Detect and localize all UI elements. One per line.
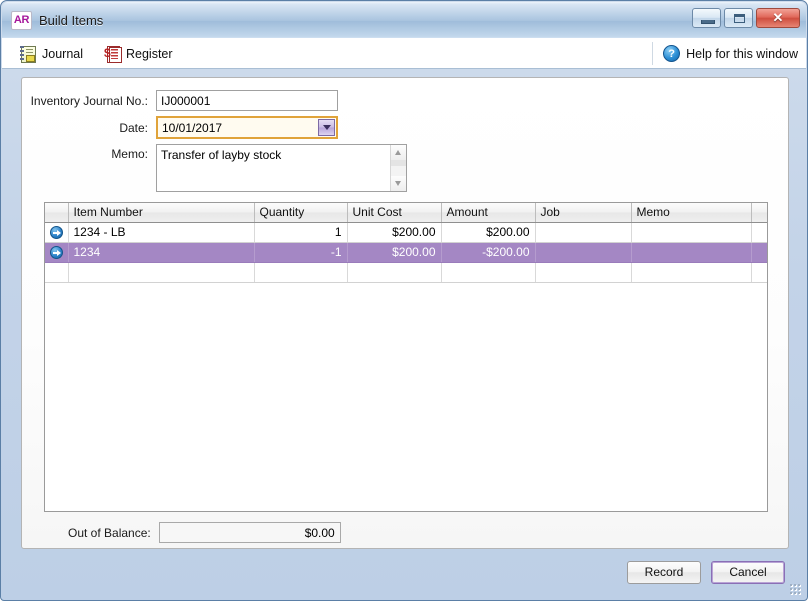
cell-quantity[interactable]: 1	[254, 222, 348, 243]
journal-no-row: Inventory Journal No.: IJ000001	[22, 90, 338, 111]
date-row: Date: 10/01/2017	[22, 116, 338, 139]
table-row[interactable]	[45, 262, 767, 283]
cell-item-number[interactable]	[68, 262, 255, 283]
cell-amount[interactable]	[441, 262, 536, 283]
maximize-button[interactable]	[724, 8, 753, 28]
cell-quantity[interactable]	[254, 262, 348, 283]
toolbar-journal-button[interactable]: Journal	[16, 42, 87, 65]
cell-quantity[interactable]: -1	[254, 242, 348, 263]
date-label: Date:	[119, 120, 148, 135]
cell-memo[interactable]	[631, 222, 752, 243]
help-label: Help for this window	[686, 46, 798, 61]
journal-no-input[interactable]: IJ000001	[156, 90, 338, 111]
column-header-unit-cost[interactable]: Unit Cost	[347, 203, 442, 223]
out-of-balance-row: Out of Balance: $0.00	[68, 522, 341, 543]
row-arrow-icon[interactable]	[49, 226, 63, 240]
memo-label: Memo:	[111, 147, 148, 161]
cancel-button[interactable]: Cancel	[711, 561, 785, 584]
row-marker-cell[interactable]	[45, 222, 69, 243]
toolbar-journal-label: Journal	[42, 46, 83, 61]
memo-field-wrapper: Transfer of layby stock	[156, 144, 407, 192]
build-items-window: AR Build Items ✕ Journal $ Register ? He…	[0, 0, 808, 601]
column-header-trailing[interactable]	[751, 203, 767, 223]
content-panel: Inventory Journal No.: IJ000001 Date: 10…	[21, 77, 789, 549]
maximize-icon	[734, 14, 745, 23]
memo-scroll-down-icon[interactable]	[391, 176, 406, 191]
cell-unit-cost[interactable]: $200.00	[347, 242, 442, 263]
title-bar-left: AR Build Items	[11, 11, 103, 30]
column-header-memo[interactable]: Memo	[631, 203, 752, 223]
minimize-button[interactable]	[692, 8, 721, 28]
column-header-marker[interactable]	[45, 203, 69, 223]
table-header-row: Item Number Quantity Unit Cost Amount Jo…	[45, 203, 767, 223]
minimize-icon	[701, 20, 715, 24]
cell-trailing[interactable]	[751, 242, 767, 263]
toolbar: Journal $ Register ? Help for this windo…	[2, 38, 806, 69]
date-picker-chevron-down-icon[interactable]	[318, 119, 335, 136]
cell-amount[interactable]: $200.00	[441, 222, 536, 243]
help-icon: ?	[663, 45, 681, 62]
toolbar-register-label: Register	[126, 46, 173, 61]
column-header-job[interactable]: Job	[535, 203, 632, 223]
cell-unit-cost[interactable]	[347, 262, 442, 283]
help-for-this-window-button[interactable]: ? Help for this window	[652, 42, 798, 65]
cell-unit-cost[interactable]: $200.00	[347, 222, 442, 243]
cell-job[interactable]	[535, 242, 632, 263]
window-controls: ✕	[692, 8, 800, 28]
resize-grip[interactable]	[789, 583, 801, 595]
cell-job[interactable]	[535, 262, 632, 283]
cell-trailing[interactable]	[751, 222, 767, 243]
memo-scroll-up-icon[interactable]	[391, 145, 406, 160]
date-input[interactable]: 10/01/2017	[156, 116, 338, 139]
cell-item-number[interactable]: 1234 - LB	[68, 222, 255, 243]
row-marker-cell[interactable]	[45, 242, 69, 263]
table-row[interactable]: 1234 - LB 1 $200.00 $200.00	[45, 222, 767, 243]
cell-trailing[interactable]	[751, 262, 767, 283]
window-title: Build Items	[39, 13, 104, 28]
memo-scroll-thumb[interactable]	[391, 160, 406, 166]
register-icon: $	[104, 45, 122, 63]
footer-buttons: Record Cancel	[627, 561, 785, 584]
column-header-quantity[interactable]: Quantity	[254, 203, 348, 223]
journal-icon	[20, 45, 36, 63]
memo-scrollbar[interactable]	[390, 145, 406, 191]
memo-input[interactable]: Transfer of layby stock	[161, 148, 281, 162]
column-header-amount[interactable]: Amount	[441, 203, 536, 223]
line-items-grid[interactable]: Item Number Quantity Unit Cost Amount Jo…	[44, 202, 768, 512]
record-button[interactable]: Record	[627, 561, 701, 584]
journal-no-label: Inventory Journal No.:	[30, 93, 148, 108]
table-body: 1234 - LB 1 $200.00 $200.00 1234 -1 $200…	[45, 222, 767, 283]
close-icon: ✕	[772, 10, 784, 25]
table-row[interactable]: 1234 -1 $200.00 -$200.00	[45, 242, 767, 263]
toolbar-register-button[interactable]: $ Register	[100, 42, 177, 65]
row-marker-cell[interactable]	[45, 262, 69, 283]
line-items-table: Item Number Quantity Unit Cost Amount Jo…	[45, 203, 767, 283]
out-of-balance-label: Out of Balance:	[68, 525, 151, 540]
cell-item-number[interactable]: 1234	[68, 242, 255, 263]
app-logo-icon: AR	[11, 11, 32, 30]
column-header-item-number[interactable]: Item Number	[68, 203, 255, 223]
cell-job[interactable]	[535, 222, 632, 243]
cell-amount[interactable]: -$200.00	[441, 242, 536, 263]
memo-row: Memo: Transfer of layby stock	[22, 144, 412, 192]
out-of-balance-value: $0.00	[158, 522, 341, 543]
cell-memo[interactable]	[631, 242, 752, 263]
close-button[interactable]: ✕	[756, 8, 800, 28]
title-bar[interactable]: AR Build Items ✕	[2, 2, 806, 38]
row-arrow-icon[interactable]	[49, 246, 63, 260]
date-field-wrapper: 10/01/2017	[156, 116, 338, 139]
cell-memo[interactable]	[631, 262, 752, 283]
